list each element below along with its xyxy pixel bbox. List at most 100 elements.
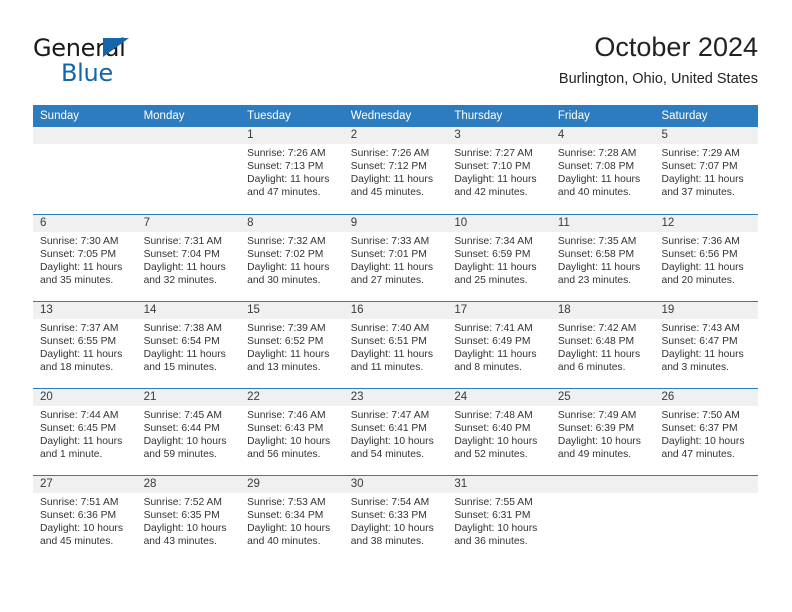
sunrise-text: Sunrise: 7:41 AM bbox=[454, 323, 533, 334]
calendar-day-cell[interactable]: 13 Sunrise: 7:37 AM Sunset: 6:55 PM Dayligh… bbox=[33, 302, 137, 388]
day-number: 31 bbox=[447, 476, 551, 493]
sunrise-text: Sunrise: 7:49 AM bbox=[557, 410, 637, 421]
daylight-text: Daylight: 11 hours and 35 minutes. bbox=[40, 262, 123, 287]
calendar-day-cell[interactable]: 19 Sunrise: 7:43 AM Sunset: 6:47 PM Dayligh… bbox=[654, 302, 759, 388]
day-sun-info: Sunrise: 7:34 AM Sunset: 6:59 PM Daylight:… bbox=[447, 232, 551, 287]
calendar-day-cell[interactable]: 17 Sunrise: 7:41 AM Sunset: 6:49 PM Dayligh… bbox=[447, 302, 551, 388]
calendar-day-cell[interactable]: 24 Sunrise: 7:48 AM Sunset: 6:40 PM Dayligh… bbox=[447, 389, 551, 475]
day-sun-info: Sunrise: 7:31 AM Sunset: 7:04 PM Daylight:… bbox=[137, 232, 241, 287]
calendar-day-cell[interactable]: 6 Sunrise: 7:30 AM Sunset: 7:05 PM Daylight… bbox=[33, 215, 137, 301]
day-number bbox=[136, 127, 241, 144]
calendar-day-cell-empty bbox=[136, 127, 241, 214]
day-number: 5 bbox=[654, 127, 759, 144]
sunrise-text: Sunrise: 7:26 AM bbox=[350, 148, 430, 159]
calendar-day-cell[interactable]: 29 Sunrise: 7:53 AM Sunset: 6:34 PM Dayligh… bbox=[240, 476, 344, 562]
day-number: 13 bbox=[33, 302, 137, 319]
daylight-text: Daylight: 10 hours and 36 minutes. bbox=[454, 523, 538, 548]
day-number: 17 bbox=[447, 302, 551, 319]
sunset-text: Sunset: 6:56 PM bbox=[661, 249, 738, 261]
daylight-text: Daylight: 11 hours and 20 minutes. bbox=[661, 262, 744, 287]
day-sun-info: Sunrise: 7:26 AM Sunset: 7:13 PM Daylight:… bbox=[240, 144, 344, 199]
calendar-day-cell[interactable]: 16 Sunrise: 7:40 AM Sunset: 6:51 PM Dayligh… bbox=[343, 302, 448, 388]
daylight-text: Daylight: 10 hours and 43 minutes. bbox=[143, 523, 227, 548]
calendar-day-cell[interactable]: 28 Sunrise: 7:52 AM Sunset: 6:35 PM Dayligh… bbox=[136, 476, 241, 562]
calendar-day-cell[interactable]: 27 Sunrise: 7:51 AM Sunset: 6:36 PM Dayligh… bbox=[33, 476, 137, 562]
sunrise-text: Sunrise: 7:43 AM bbox=[661, 323, 740, 334]
sunset-text: Sunset: 6:58 PM bbox=[557, 249, 635, 261]
day-sun-info: Sunrise: 7:32 AM Sunset: 7:02 PM Daylight:… bbox=[240, 232, 344, 287]
calendar-day-cell[interactable]: 4 Sunrise: 7:28 AM Sunset: 7:08 PM Daylight… bbox=[550, 127, 655, 214]
day-sun-info: Sunrise: 7:35 AM Sunset: 6:58 PM Daylight:… bbox=[551, 232, 655, 287]
daylight-text: Daylight: 11 hours and 27 minutes. bbox=[350, 262, 433, 287]
calendar-day-cell[interactable]: 18 Sunrise: 7:42 AM Sunset: 6:48 PM Dayligh… bbox=[550, 302, 655, 388]
calendar-day-cell[interactable]: 31 Sunrise: 7:55 AM Sunset: 6:31 PM Dayligh… bbox=[447, 476, 551, 562]
sunrise-text: Sunrise: 7:31 AM bbox=[143, 236, 222, 247]
weekday-wednesday: Wednesday bbox=[350, 110, 412, 122]
day-number: 2 bbox=[343, 127, 448, 144]
sunset-text: Sunset: 7:10 PM bbox=[454, 161, 531, 173]
calendar-grid: Sunday Monday Tuesday Wednesday Thursday… bbox=[33, 105, 759, 562]
weekday-header-row: Sunday Monday Tuesday Wednesday Thursday… bbox=[33, 105, 758, 127]
weekday-sunday: Sunday bbox=[40, 110, 80, 122]
title-block: October 2024 Burlington, Ohio, United St… bbox=[559, 30, 758, 90]
calendar-day-cell[interactable]: 12 Sunrise: 7:36 AM Sunset: 6:56 PM Dayligh… bbox=[654, 215, 759, 301]
calendar-page: General Blue October 2024 Burlington, Oh… bbox=[0, 0, 792, 612]
calendar-day-cell[interactable]: 1 Sunrise: 7:26 AM Sunset: 7:13 PM Daylight… bbox=[240, 127, 344, 214]
daylight-text: Daylight: 10 hours and 45 minutes. bbox=[40, 523, 123, 548]
calendar-day-cell[interactable]: 21 Sunrise: 7:45 AM Sunset: 6:44 PM Dayligh… bbox=[136, 389, 241, 475]
calendar-day-cell[interactable]: 10 Sunrise: 7:34 AM Sunset: 6:59 PM Dayligh… bbox=[447, 215, 551, 301]
day-number: 14 bbox=[136, 302, 241, 319]
daylight-text: Daylight: 10 hours and 54 minutes. bbox=[350, 436, 434, 461]
day-number: 27 bbox=[33, 476, 137, 493]
sunset-text: Sunset: 6:41 PM bbox=[350, 423, 427, 435]
sunrise-text: Sunrise: 7:50 AM bbox=[661, 410, 740, 421]
calendar-day-cell[interactable]: 3 Sunrise: 7:27 AM Sunset: 7:10 PM Daylight… bbox=[447, 127, 551, 214]
sunset-text: Sunset: 6:49 PM bbox=[454, 336, 531, 348]
calendar-day-cell[interactable]: 20 Sunrise: 7:44 AM Sunset: 6:45 PM Dayligh… bbox=[33, 389, 137, 475]
sunset-text: Sunset: 6:59 PM bbox=[454, 249, 531, 261]
day-sun-info: Sunrise: 7:40 AM Sunset: 6:51 PM Daylight:… bbox=[344, 319, 448, 374]
calendar-day-cell[interactable]: 11 Sunrise: 7:35 AM Sunset: 6:58 PM Dayligh… bbox=[550, 215, 655, 301]
daylight-text: Daylight: 11 hours and 13 minutes. bbox=[247, 349, 330, 374]
sunset-text: Sunset: 7:08 PM bbox=[557, 161, 635, 173]
calendar-week-row: 20 Sunrise: 7:44 AM Sunset: 6:45 PM Dayligh… bbox=[33, 388, 759, 475]
calendar-day-cell[interactable]: 7 Sunrise: 7:31 AM Sunset: 7:04 PM Daylight… bbox=[136, 215, 241, 301]
daylight-text: Daylight: 10 hours and 40 minutes. bbox=[247, 523, 331, 548]
sunset-text: Sunset: 7:12 PM bbox=[350, 161, 427, 173]
sunset-text: Sunset: 6:39 PM bbox=[557, 423, 635, 435]
sunrise-text: Sunrise: 7:52 AM bbox=[143, 497, 222, 508]
sunset-text: Sunset: 7:13 PM bbox=[247, 161, 324, 173]
weekday-tuesday: Tuesday bbox=[247, 110, 291, 122]
general-blue-logo[interactable]: General Blue bbox=[33, 34, 213, 90]
sunrise-text: Sunrise: 7:46 AM bbox=[247, 410, 326, 421]
day-sun-info: Sunrise: 7:37 AM Sunset: 6:55 PM Daylight:… bbox=[33, 319, 137, 374]
daylight-text: Daylight: 10 hours and 56 minutes. bbox=[247, 436, 331, 461]
calendar-day-cell[interactable]: 2 Sunrise: 7:26 AM Sunset: 7:12 PM Daylight… bbox=[343, 127, 448, 214]
day-sun-info: Sunrise: 7:46 AM Sunset: 6:43 PM Daylight:… bbox=[240, 406, 344, 461]
calendar-day-cell[interactable]: 30 Sunrise: 7:54 AM Sunset: 6:33 PM Dayligh… bbox=[343, 476, 448, 562]
day-sun-info: Sunrise: 7:42 AM Sunset: 6:48 PM Daylight:… bbox=[551, 319, 655, 374]
calendar-day-cell[interactable]: 25 Sunrise: 7:49 AM Sunset: 6:39 PM Dayligh… bbox=[550, 389, 655, 475]
sunrise-text: Sunrise: 7:55 AM bbox=[454, 497, 533, 508]
calendar-day-cell[interactable]: 22 Sunrise: 7:46 AM Sunset: 6:43 PM Dayligh… bbox=[240, 389, 344, 475]
weekday-friday: Friday bbox=[557, 110, 590, 122]
daylight-text: Daylight: 11 hours and 15 minutes. bbox=[143, 349, 226, 374]
calendar-day-cell[interactable]: 23 Sunrise: 7:47 AM Sunset: 6:41 PM Dayligh… bbox=[343, 389, 448, 475]
day-number: 10 bbox=[447, 215, 551, 232]
daylight-text: Daylight: 11 hours and 8 minutes. bbox=[454, 349, 537, 374]
sunset-text: Sunset: 6:35 PM bbox=[143, 510, 220, 522]
day-sun-info: Sunrise: 7:47 AM Sunset: 6:41 PM Daylight:… bbox=[344, 406, 448, 461]
calendar-weeks: 1 Sunrise: 7:26 AM Sunset: 7:13 PM Daylight… bbox=[33, 127, 759, 562]
calendar-day-cell[interactable]: 14 Sunrise: 7:38 AM Sunset: 6:54 PM Dayligh… bbox=[136, 302, 241, 388]
day-sun-info: Sunrise: 7:38 AM Sunset: 6:54 PM Daylight:… bbox=[137, 319, 241, 374]
calendar-day-cell[interactable]: 5 Sunrise: 7:29 AM Sunset: 7:07 PM Daylight… bbox=[654, 127, 759, 214]
calendar-day-cell[interactable]: 15 Sunrise: 7:39 AM Sunset: 6:52 PM Dayligh… bbox=[240, 302, 344, 388]
calendar-day-cell[interactable]: 26 Sunrise: 7:50 AM Sunset: 6:37 PM Dayligh… bbox=[654, 389, 759, 475]
calendar-day-cell[interactable]: 8 Sunrise: 7:32 AM Sunset: 7:02 PM Daylight… bbox=[240, 215, 344, 301]
calendar-day-cell[interactable]: 9 Sunrise: 7:33 AM Sunset: 7:01 PM Daylight… bbox=[343, 215, 448, 301]
sunrise-text: Sunrise: 7:42 AM bbox=[557, 323, 637, 334]
calendar-day-cell-empty bbox=[550, 476, 655, 562]
sunset-text: Sunset: 6:40 PM bbox=[454, 423, 531, 435]
sunrise-text: Sunrise: 7:33 AM bbox=[350, 236, 430, 247]
calendar-week-row: 13 Sunrise: 7:37 AM Sunset: 6:55 PM Dayligh… bbox=[33, 301, 759, 388]
